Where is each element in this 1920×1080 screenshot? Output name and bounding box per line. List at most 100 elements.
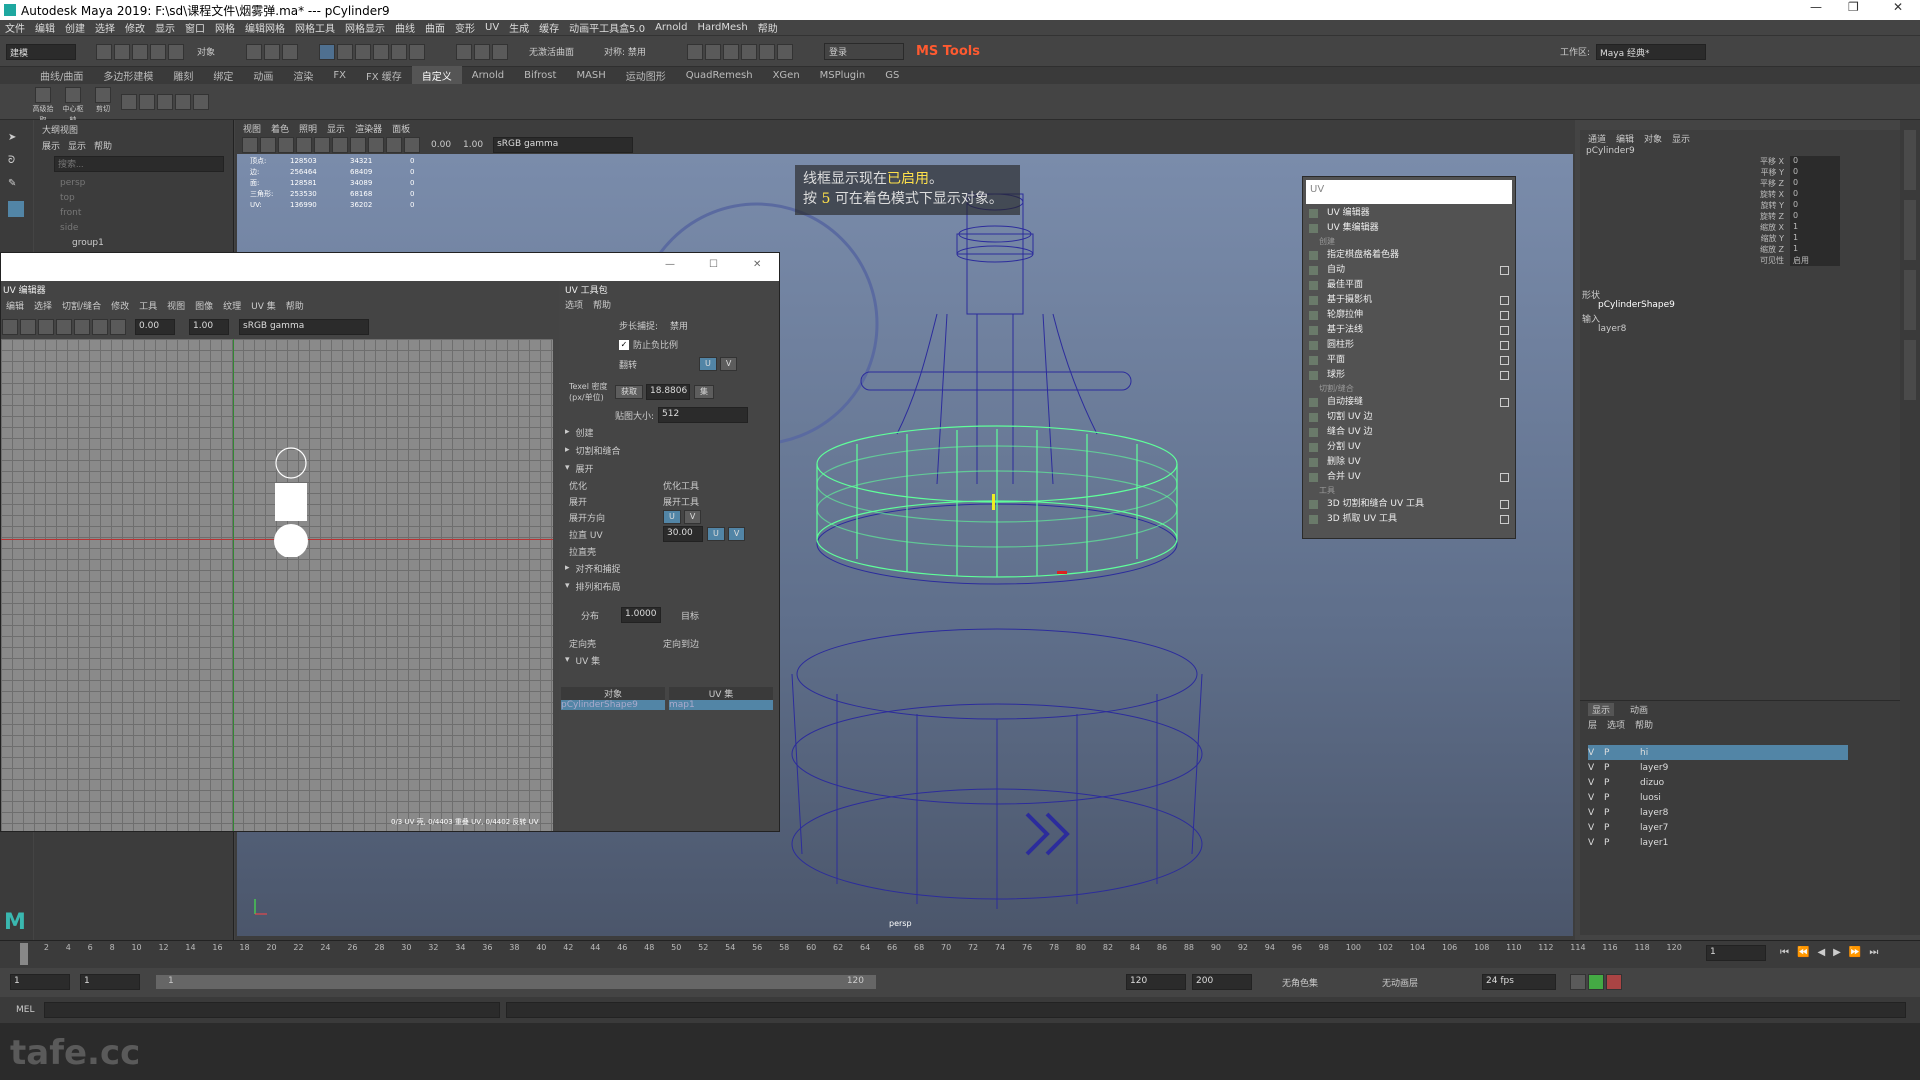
flip-v-button[interactable]: V: [719, 357, 738, 371]
shelf-tab[interactable]: MSPlugin: [810, 68, 876, 83]
step-forward-icon[interactable]: ⏩: [1849, 947, 1861, 958]
play-forward-icon[interactable]: ▶: [1833, 947, 1841, 958]
manipulator-y-axis[interactable]: [992, 494, 995, 510]
shelf-tab[interactable]: 动画: [243, 66, 283, 85]
cb-menu-channels[interactable]: 通道: [1588, 132, 1606, 145]
section-unfold[interactable]: ▾ 展开: [559, 459, 779, 477]
manipulator-x-axis[interactable]: [1057, 571, 1067, 574]
straighten-angle-input[interactable]: 30.00: [663, 526, 703, 542]
menubar-item[interactable]: HardMesh: [697, 22, 747, 33]
uv-shells[interactable]: [263, 447, 323, 557]
optimize-tool-button[interactable]: 优化工具: [663, 479, 699, 492]
straighten-shell-button[interactable]: 拉直壳: [569, 545, 596, 558]
cb-attribute-row[interactable]: 可见性 启用: [1580, 255, 1900, 266]
uv-menu-item[interactable]: 平面: [1303, 353, 1515, 368]
map-size-input[interactable]: 512: [658, 407, 749, 423]
cb-attribute-row[interactable]: 平移 Y 0: [1580, 167, 1900, 178]
isolate-icon[interactable]: [404, 137, 420, 153]
option-box-icon[interactable]: [1500, 371, 1509, 380]
undo-icon[interactable]: [150, 43, 166, 60]
shelf-tab[interactable]: MASH: [566, 68, 615, 83]
command-input[interactable]: [44, 1002, 500, 1018]
side-tab-channel-box[interactable]: [1904, 270, 1916, 330]
go-end-icon[interactable]: ⏭: [1869, 947, 1878, 958]
uv-editor-menu-item[interactable]: 切割/缝合: [62, 299, 101, 312]
section-cut-sew[interactable]: ▸ 切割和缝合: [559, 441, 779, 459]
camera-icon[interactable]: [242, 137, 258, 153]
uv-image-icon[interactable]: [74, 319, 90, 335]
flip-button[interactable]: 翻转: [619, 358, 699, 371]
uvset-row-object[interactable]: pCylinderShape9: [561, 700, 665, 710]
fps-selector[interactable]: 24 fps: [1482, 974, 1556, 990]
shelf-tab[interactable]: 曲线/曲面: [30, 66, 93, 85]
outliner-search-input[interactable]: [54, 156, 224, 172]
uv-editor-menu-item[interactable]: 修改: [111, 299, 129, 312]
menubar-item[interactable]: 生成: [509, 20, 529, 35]
outliner-item[interactable]: group1: [60, 236, 104, 251]
paint-select-icon[interactable]: [282, 43, 299, 60]
layer-visibility-toggle[interactable]: V: [1588, 748, 1604, 758]
live-surface-label[interactable]: 无激活曲面: [529, 45, 574, 58]
current-frame-input[interactable]: 1: [1706, 945, 1766, 961]
snap-view-icon[interactable]: [373, 43, 390, 60]
outliner-menu-display[interactable]: 展示: [42, 139, 60, 152]
unfold-button[interactable]: 展开: [569, 495, 663, 508]
uv-close-icon[interactable]: ✕: [753, 259, 761, 270]
cb-attr-value[interactable]: 0: [1790, 189, 1840, 200]
shelf-button-cut[interactable]: 剪切: [90, 86, 116, 117]
option-box-icon[interactable]: [1500, 296, 1509, 305]
orient-to-edge-button[interactable]: 定向到边: [663, 637, 699, 650]
toolkit-menu-help[interactable]: 帮助: [593, 298, 611, 311]
restore-icon[interactable]: ❐: [1848, 0, 1859, 14]
history-icon[interactable]: [409, 43, 426, 60]
move-tool-icon[interactable]: [8, 201, 24, 217]
cb-attr-value[interactable]: 启用: [1790, 255, 1840, 266]
vp-menu-lighting[interactable]: 照明: [299, 122, 317, 135]
uv-shade-icon[interactable]: [56, 319, 72, 335]
snap-surface-icon[interactable]: [391, 43, 408, 60]
shelf-tab[interactable]: Bifrost: [514, 68, 566, 83]
input-ops-icon[interactable]: [474, 43, 491, 60]
layer-row[interactable]: V Player7: [1588, 820, 1900, 835]
cb-attr-value[interactable]: 0: [1790, 200, 1840, 211]
uv-exposure-input[interactable]: 0.00: [135, 319, 175, 335]
menubar-item[interactable]: 变形: [455, 20, 475, 35]
uv-menu-item[interactable]: 基于摄影机: [1303, 293, 1515, 308]
side-tab-humanik[interactable]: [1904, 340, 1916, 400]
wireframe-icon[interactable]: [296, 137, 312, 153]
go-start-icon[interactable]: ⏮: [1780, 947, 1789, 958]
menubar-item[interactable]: 窗口: [185, 20, 205, 35]
shelf-tab[interactable]: 多边形建模: [93, 66, 163, 85]
menubar-item[interactable]: Arnold: [655, 22, 687, 33]
layer-playback-toggle[interactable]: P: [1604, 808, 1620, 818]
menubar-item[interactable]: 帮助: [758, 20, 778, 35]
uv-menu-item[interactable]: 缝合 UV 边: [1303, 425, 1515, 440]
side-tab-modeling-toolkit[interactable]: [1904, 200, 1916, 260]
save-scene-icon[interactable]: [132, 43, 148, 60]
uv-grid-icon[interactable]: [20, 319, 36, 335]
uv-editor-menu-item[interactable]: 帮助: [286, 299, 304, 312]
outliner-item[interactable]: front: [60, 206, 104, 221]
anim-layer-selector[interactable]: 无动画层: [1382, 976, 1472, 989]
cb-attribute-row[interactable]: 旋转 Z 0: [1580, 211, 1900, 222]
layer-name[interactable]: dizuo: [1640, 778, 1664, 788]
outliner-item[interactable]: side: [60, 221, 104, 236]
cb-attribute-row[interactable]: 平移 Z 0: [1580, 178, 1900, 189]
shelf-tool-icon[interactable]: [175, 93, 191, 110]
play-back-icon[interactable]: ◀: [1817, 947, 1825, 958]
cb-attr-value[interactable]: 0: [1790, 178, 1840, 189]
layer-name[interactable]: layer1: [1640, 838, 1668, 848]
uv-menu-item[interactable]: 轮廓拉伸: [1303, 308, 1515, 323]
uv-filter-icon[interactable]: [92, 319, 108, 335]
cb-attribute-row[interactable]: 缩放 Y 1: [1580, 233, 1900, 244]
option-box-icon[interactable]: [1500, 515, 1509, 524]
paint-icon[interactable]: ✎: [8, 178, 25, 189]
unfold-v-button[interactable]: V: [683, 510, 702, 524]
character-set-selector[interactable]: 无角色集: [1282, 976, 1372, 989]
vp-menu-renderer[interactable]: 渲染器: [355, 122, 382, 135]
output-ops-icon[interactable]: [492, 43, 509, 60]
layer-visibility-toggle[interactable]: V: [1588, 778, 1604, 788]
layer-playback-toggle[interactable]: P: [1604, 748, 1620, 758]
shelf-tool-icon[interactable]: [193, 93, 209, 110]
scene-end-input[interactable]: 200: [1192, 974, 1252, 990]
